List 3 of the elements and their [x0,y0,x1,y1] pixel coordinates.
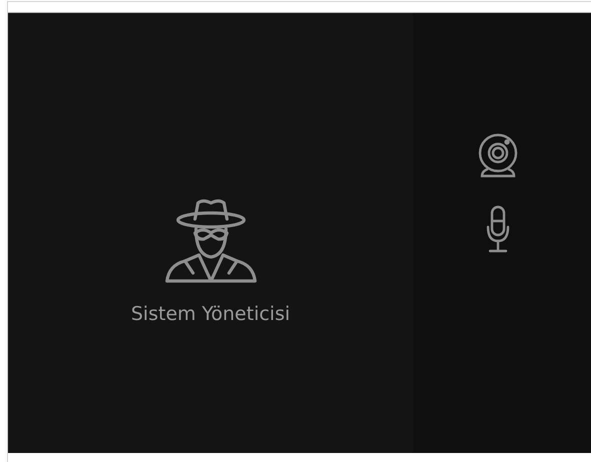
webcam-icon[interactable] [476,133,520,179]
participant-name: Sistem Yöneticisi [131,303,290,325]
microphone-icon[interactable] [486,205,510,253]
